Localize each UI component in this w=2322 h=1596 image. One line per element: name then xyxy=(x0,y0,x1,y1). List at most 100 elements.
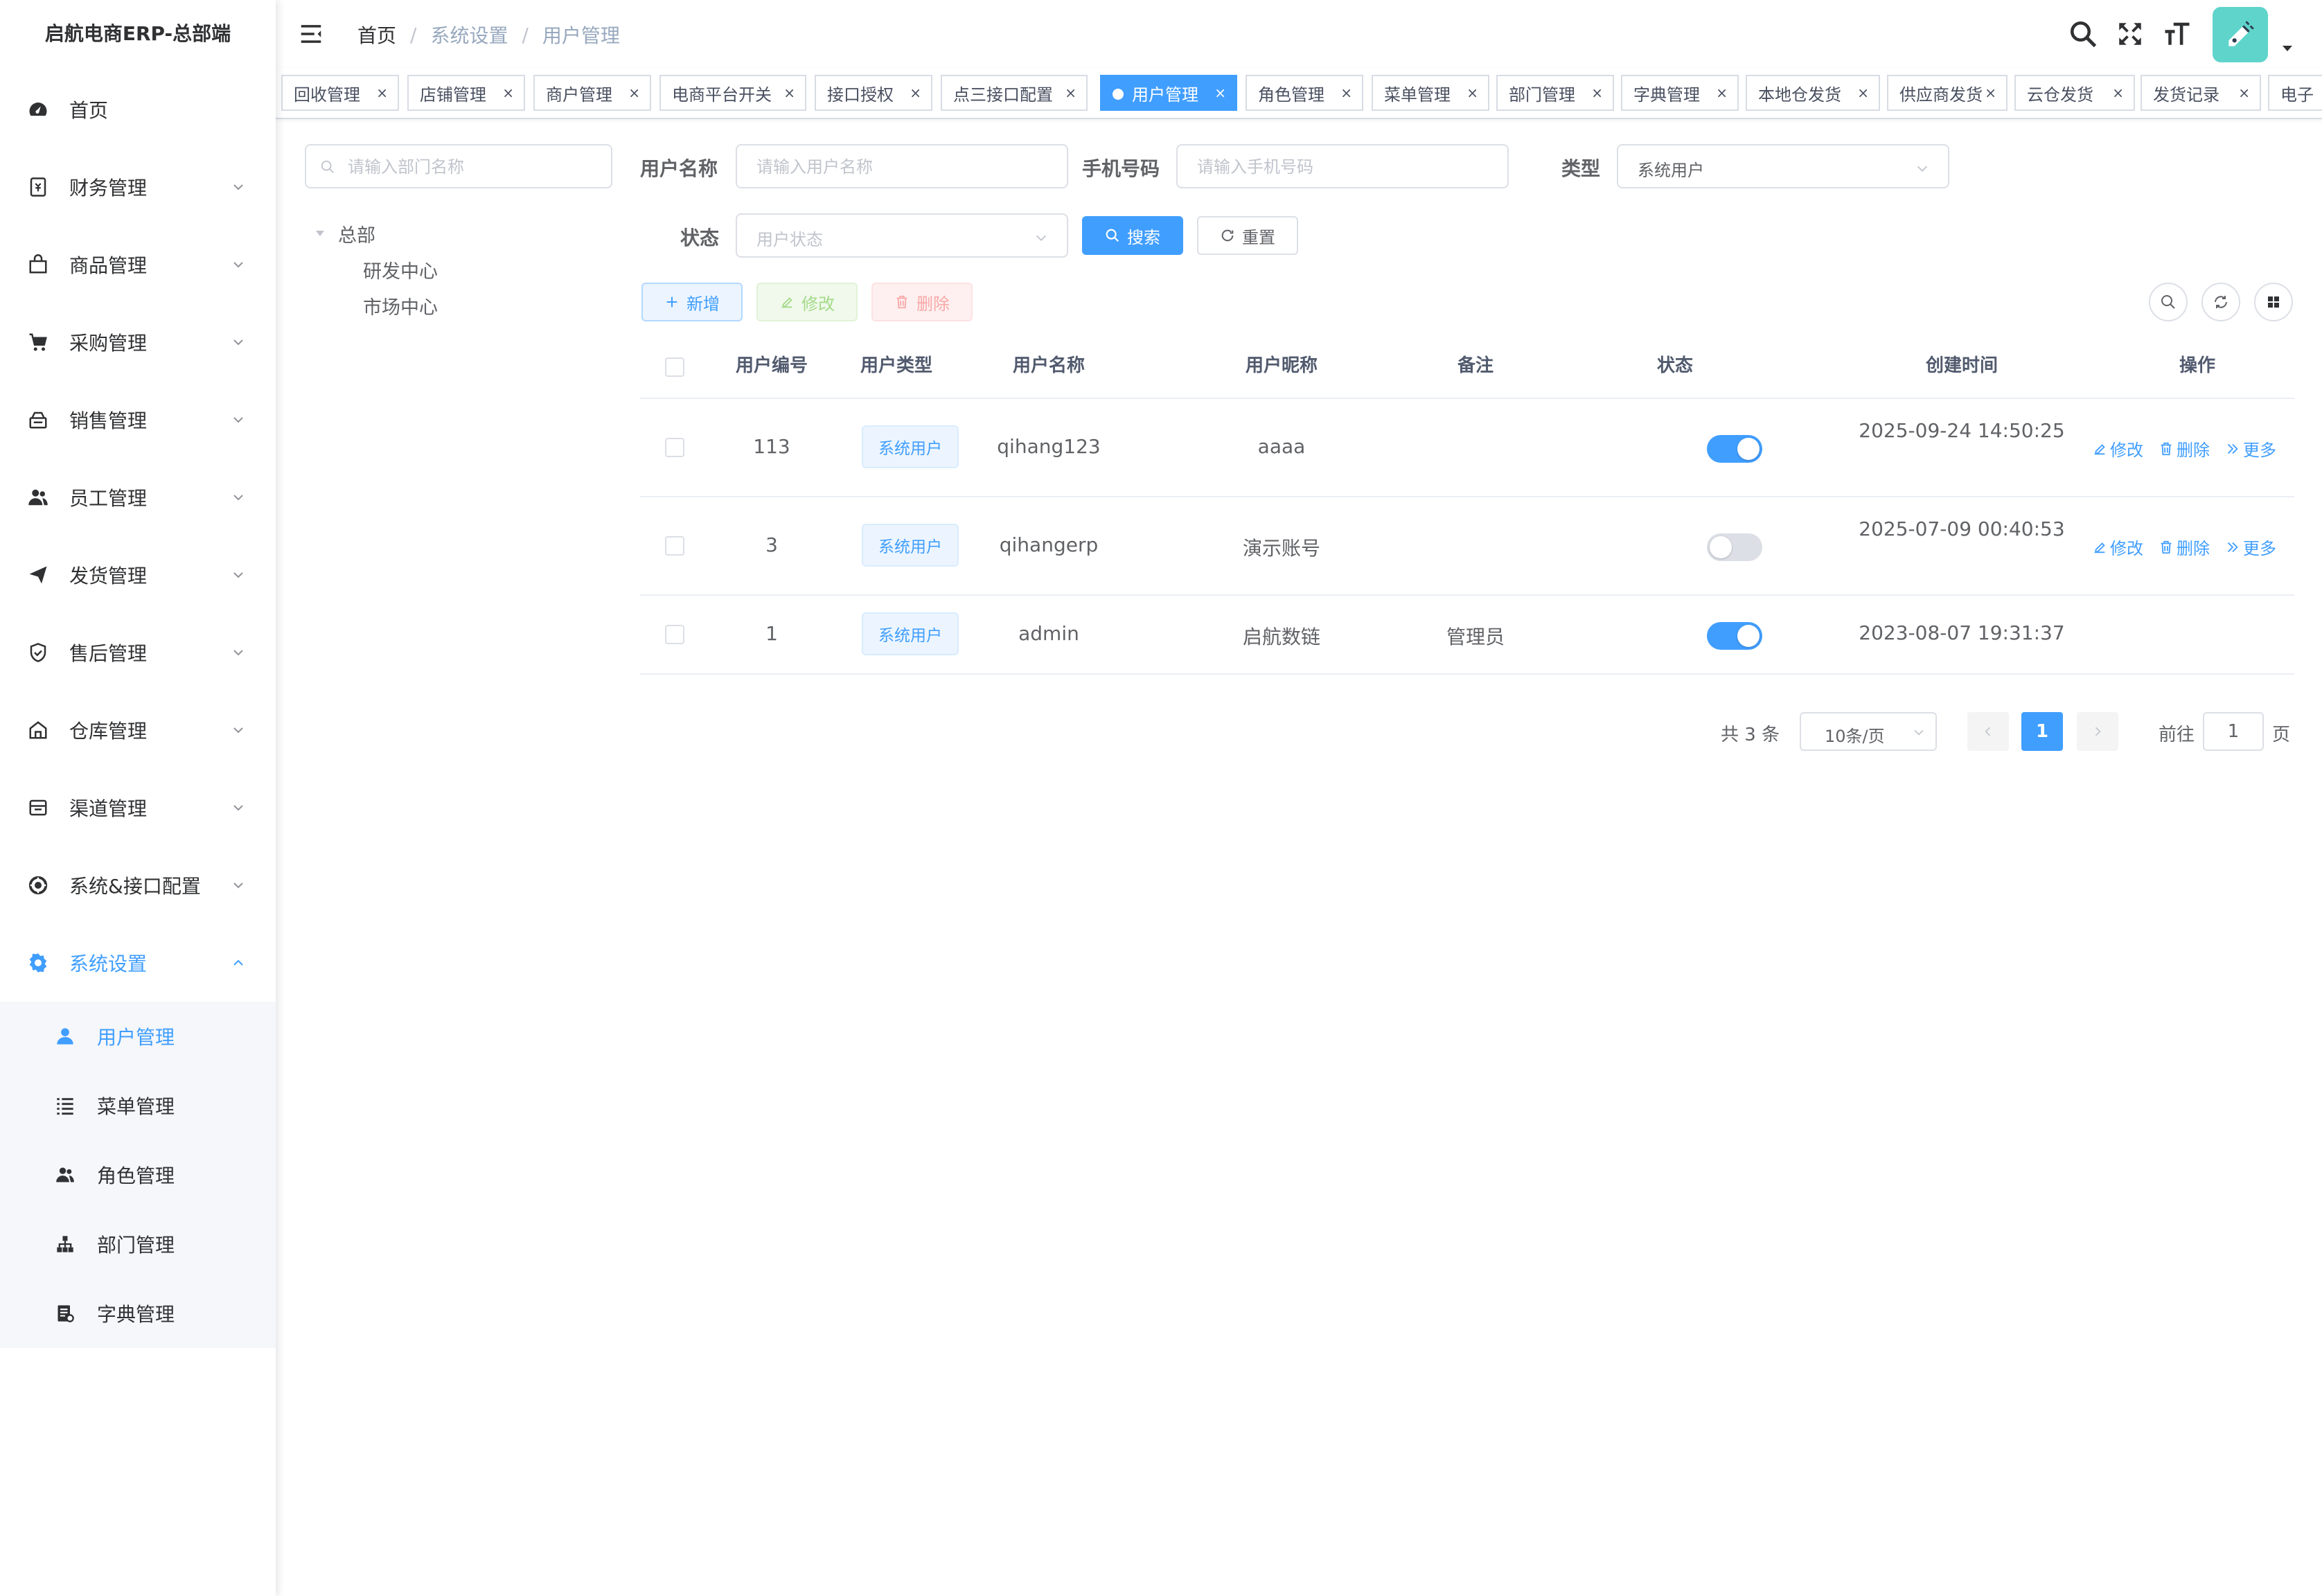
tree-node-market[interactable]: 市场中心 xyxy=(363,292,438,319)
edit-button[interactable]: 修改 xyxy=(756,283,858,321)
sidebar-item-finance[interactable]: 财务管理 xyxy=(0,148,276,226)
close-icon[interactable]: × xyxy=(1857,85,1869,101)
row-delete-link[interactable]: 删除 xyxy=(2159,535,2210,559)
submenu-item-role-management[interactable]: 角色管理 xyxy=(0,1140,276,1209)
warehouse-icon xyxy=(26,718,50,742)
sidebar-item-channel[interactable]: 渠道管理 xyxy=(0,769,276,846)
prev-page-button[interactable] xyxy=(1967,712,2009,751)
tag-truncated[interactable]: 电子 xyxy=(2268,75,2322,111)
tag-platform-switch[interactable]: 电商平台开关 × xyxy=(659,75,806,111)
row-edit-link[interactable]: 修改 xyxy=(2092,535,2143,559)
phone-field[interactable] xyxy=(1197,154,1481,180)
sidebar-item-purchase[interactable]: 采购管理 xyxy=(0,303,276,381)
dept-search-field[interactable] xyxy=(348,154,597,180)
tag-shop[interactable]: 店铺管理 × xyxy=(407,75,525,111)
caret-down-icon[interactable] xyxy=(2280,43,2294,54)
toggle-search-button[interactable] xyxy=(2149,283,2188,321)
row-checkbox[interactable] xyxy=(665,438,684,457)
search-icon[interactable] xyxy=(2068,19,2098,48)
close-icon[interactable]: × xyxy=(2238,85,2250,101)
close-icon[interactable]: × xyxy=(1466,85,1478,101)
row-checkbox[interactable] xyxy=(665,625,684,644)
tree-node-rd[interactable]: 研发中心 xyxy=(363,256,438,283)
close-icon[interactable]: × xyxy=(502,85,514,101)
sidebar-item-goods[interactable]: 商品管理 xyxy=(0,226,276,303)
search-button[interactable]: 搜索 xyxy=(1082,216,1183,255)
sidebar-item-shipping[interactable]: 发货管理 xyxy=(0,536,276,614)
submenu-item-dept-management[interactable]: 部门管理 xyxy=(0,1209,276,1279)
avatar[interactable] xyxy=(2213,7,2268,62)
cell-created-time: 2025-09-24 14:50:25 xyxy=(1859,419,2065,442)
tag-menu[interactable]: 菜单管理 × xyxy=(1372,75,1489,111)
tag-ship-record[interactable]: 发货记录 × xyxy=(2141,75,2261,111)
type-select[interactable]: 系统用户 xyxy=(1617,144,1949,188)
submenu-item-user-management[interactable]: 用户管理 xyxy=(0,1002,276,1071)
sidebar-item-warehouse[interactable]: 仓库管理 xyxy=(0,691,276,769)
page-number-button[interactable]: 1 xyxy=(2021,712,2063,751)
breadcrumb-item[interactable]: 首页 xyxy=(357,21,396,48)
tag-cloud-ship[interactable]: 云仓发货 × xyxy=(2014,75,2135,111)
close-icon[interactable]: × xyxy=(1591,85,1603,101)
tree-node-root[interactable]: 总部 xyxy=(338,220,375,247)
phone-input[interactable] xyxy=(1176,144,1509,188)
sidebar-item-sales[interactable]: 销售管理 xyxy=(0,381,276,459)
goto-page-field[interactable] xyxy=(2204,713,2262,750)
username-field[interactable] xyxy=(756,154,1040,180)
fullscreen-icon[interactable] xyxy=(2116,19,2145,48)
chevron-left-icon xyxy=(1985,727,1991,736)
tag-dict[interactable]: 字典管理 × xyxy=(1621,75,1739,111)
caret-down-icon[interactable] xyxy=(314,229,326,238)
add-button[interactable]: 新增 xyxy=(641,283,743,321)
sidebar-item-interface[interactable]: 系统&接口配置 xyxy=(0,846,276,924)
close-icon[interactable]: × xyxy=(628,85,640,101)
username-input[interactable] xyxy=(736,144,1068,188)
goto-page-input[interactable] xyxy=(2203,712,2264,751)
close-icon[interactable]: × xyxy=(1214,85,1226,101)
close-icon[interactable]: × xyxy=(1716,85,1728,101)
tag-supplier-ship[interactable]: 供应商发货 × xyxy=(1887,75,2008,111)
columns-button[interactable] xyxy=(2254,283,2293,321)
select-all-checkbox[interactable] xyxy=(665,357,684,377)
delete-button[interactable]: 删除 xyxy=(871,283,973,321)
row-edit-link[interactable]: 修改 xyxy=(2092,436,2143,461)
dept-search-input[interactable] xyxy=(305,144,612,188)
sidebar-item-aftersale[interactable]: 售后管理 xyxy=(0,614,276,691)
tag-local-ship[interactable]: 本地仓发货 × xyxy=(1746,75,1880,111)
row-checkbox[interactable] xyxy=(665,536,684,556)
submenu-item-dict-management[interactable]: 字典管理 xyxy=(0,1279,276,1348)
close-icon[interactable]: × xyxy=(910,85,921,101)
status-switch[interactable] xyxy=(1707,435,1762,463)
hamburger-icon[interactable] xyxy=(298,21,324,47)
font-size-icon[interactable] xyxy=(2163,19,2192,48)
status-switch[interactable] xyxy=(1707,533,1762,561)
tag-user-management[interactable]: 用户管理 × xyxy=(1100,75,1237,111)
reset-button[interactable]: 重置 xyxy=(1197,216,1298,255)
refresh-button[interactable] xyxy=(2201,283,2240,321)
sidebar-item-staff[interactable]: 员工管理 xyxy=(0,459,276,536)
tag-role[interactable]: 角色管理 × xyxy=(1246,75,1363,111)
trash-icon xyxy=(2161,442,2172,455)
row-more-link[interactable]: 更多 xyxy=(2225,535,2276,559)
next-page-button[interactable] xyxy=(2077,712,2118,751)
submenu-item-menu-management[interactable]: 菜单管理 xyxy=(0,1071,276,1140)
close-icon[interactable]: × xyxy=(1340,85,1352,101)
close-icon[interactable]: × xyxy=(2112,85,2124,101)
close-icon[interactable]: × xyxy=(783,85,795,101)
tag-merchant[interactable]: 商户管理 × xyxy=(533,75,651,111)
tag-api-auth[interactable]: 接口授权 × xyxy=(815,75,932,111)
sidebar-item-home[interactable]: 首页 xyxy=(0,71,276,148)
row-delete-link[interactable]: 删除 xyxy=(2159,436,2210,461)
close-icon[interactable]: × xyxy=(1065,85,1076,101)
status-select[interactable]: 用户状态 xyxy=(736,213,1068,258)
status-switch[interactable] xyxy=(1707,622,1762,650)
tag-api-config[interactable]: 点三接口配置 × xyxy=(941,75,1088,111)
app-title: 启航电商ERP-总部端 xyxy=(44,22,231,45)
avatar-image xyxy=(2228,21,2254,46)
page-size-select[interactable]: 10条/页 xyxy=(1800,712,1937,751)
close-icon[interactable]: × xyxy=(1985,85,1996,101)
tag-dept[interactable]: 部门管理 × xyxy=(1496,75,1614,111)
tag-recycle[interactable]: 回收管理 × xyxy=(281,75,399,111)
row-more-link[interactable]: 更多 xyxy=(2225,436,2276,461)
sidebar-item-system-settings[interactable]: 系统设置 xyxy=(0,924,276,1002)
close-icon[interactable]: × xyxy=(376,85,388,101)
